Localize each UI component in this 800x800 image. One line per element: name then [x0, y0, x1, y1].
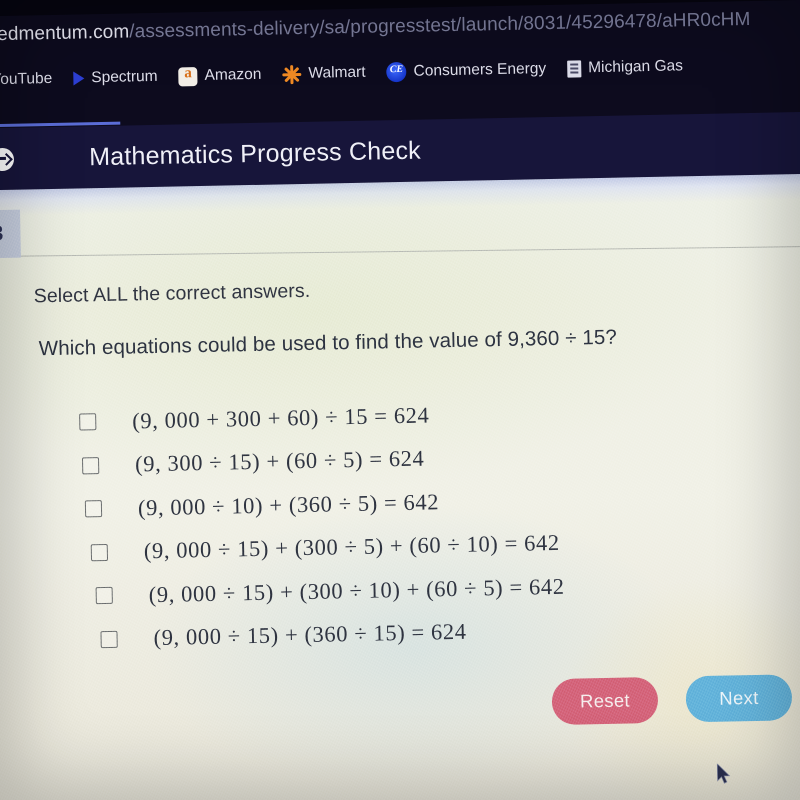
screen-photo: pp.edmentum.com/assessments-delivery/sa/…	[0, 0, 800, 800]
browser-window: pp.edmentum.com/assessments-delivery/sa/…	[0, 0, 800, 800]
header-divider	[20, 245, 800, 257]
arrow-right-circle-icon[interactable]	[0, 147, 15, 171]
question-text: Which equations could be used to find th…	[38, 325, 618, 361]
bookmarks-bar: YouTube Spectrum Amazon Walmart	[0, 43, 800, 101]
answer-option-label: (9, 000 ÷ 15) + (360 ÷ 15) = 624	[153, 619, 467, 651]
answer-checkbox[interactable]	[81, 456, 100, 475]
instruction-text: Select ALL the correct answers.	[33, 279, 311, 308]
url-path: /assessments-delivery/sa/progresstest/la…	[129, 8, 751, 43]
bookmark-michigan-gas[interactable]: Michigan Gas	[559, 54, 696, 81]
answer-checkbox[interactable]	[84, 500, 103, 518]
bookmark-spectrum[interactable]: Spectrum	[65, 65, 171, 91]
michigan-gas-icon	[567, 59, 582, 78]
answer-checkbox[interactable]	[79, 413, 97, 431]
amazon-icon	[178, 66, 198, 86]
bookmark-label: Spectrum	[91, 67, 158, 87]
answer-checkbox[interactable]	[100, 630, 118, 648]
consumers-energy-icon	[386, 61, 407, 83]
mouse-cursor	[716, 763, 731, 784]
bookmark-walmart[interactable]: Walmart	[274, 60, 379, 87]
next-button[interactable]: Next	[685, 674, 793, 723]
answer-option-label: (9, 300 ÷ 15) + (60 ÷ 5) = 624	[134, 445, 425, 477]
header-nav-group: xt	[0, 147, 15, 171]
bookmark-label: Amazon	[204, 65, 262, 84]
answer-options-list: (9, 000 + 300 + 60) ÷ 15 = 624 (9, 300 ÷…	[0, 385, 800, 663]
walmart-icon	[282, 64, 302, 84]
bookmark-youtube[interactable]: YouTube	[0, 67, 66, 93]
bookmark-label: Walmart	[308, 63, 366, 82]
answer-checkbox[interactable]	[95, 587, 113, 605]
bookmark-label: YouTube	[0, 69, 53, 89]
spectrum-icon	[73, 71, 85, 86]
answer-option-label: (9, 000 ÷ 15) + (300 ÷ 10) + (60 ÷ 5) = …	[148, 573, 565, 607]
answer-option-label: (9, 000 ÷ 15) + (300 ÷ 5) + (60 ÷ 10) = …	[143, 530, 560, 564]
url-host: pp.edmentum.com	[0, 21, 130, 46]
page-title: Mathematics Progress Check	[88, 136, 422, 171]
bookmark-label: Consumers Energy	[413, 60, 547, 80]
bookmark-label: Michigan Gas	[588, 57, 684, 77]
answer-option-label: (9, 000 ÷ 10) + (360 ÷ 5) = 642	[137, 489, 440, 521]
question-number-badge: 3	[0, 209, 21, 259]
answer-option-label: (9, 000 + 300 + 60) ÷ 15 = 624	[131, 402, 430, 434]
answer-checkbox[interactable]	[90, 543, 109, 562]
bookmark-consumers-energy[interactable]: Consumers Energy	[378, 56, 559, 86]
assessment-body: 3 Select ALL the correct answers. Which …	[0, 173, 800, 800]
footer-button-row: Reset Next	[0, 673, 800, 736]
reset-button[interactable]: Reset	[551, 676, 659, 726]
bookmark-amazon[interactable]: Amazon	[170, 62, 274, 89]
